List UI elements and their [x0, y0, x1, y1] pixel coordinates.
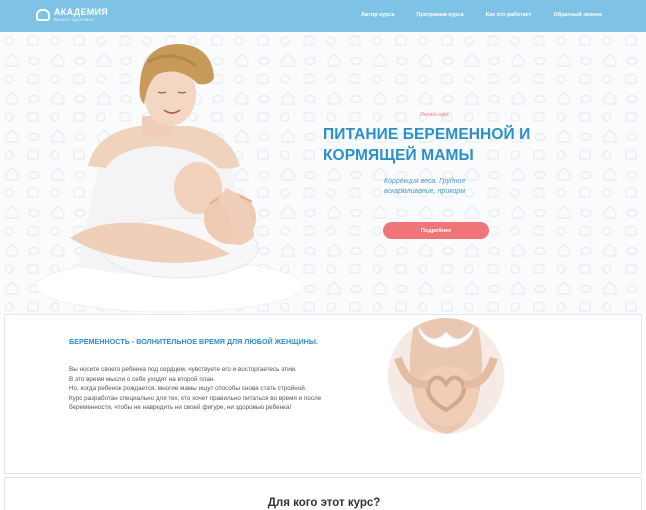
pregnant-belly-illustration: [388, 318, 504, 434]
main-menu: Автор курса Программа курса Как это рабо…: [361, 12, 602, 18]
hero-section: Онлайн курс ПИТАНИЕ БЕРЕМЕННОЙ И КОРМЯЩЕ…: [0, 32, 646, 314]
intro-paragraph: Вы носите своего ребенка под сердцем, чу…: [69, 366, 297, 373]
logo-title: АКАДЕМИЯ: [54, 7, 109, 17]
top-navigation-bar: АКАДЕМИЯ ВАШЕГО ЗДОРОВЬЯ Автор курса Про…: [0, 0, 646, 32]
intro-paragraph: В это время мысли о себе уходят на второ…: [69, 375, 216, 383]
hero-subtitle: Коррекция веса. Грудное вскармливание, п…: [384, 178, 466, 195]
audience-section: Для кого этот курс?: [4, 477, 642, 510]
nav-link-author[interactable]: Автор курса: [361, 12, 394, 18]
pregnancy-intro-section: БЕРЕМЕННОСТЬ - ВОЛНИТЕЛЬНОЕ ВРЕМЯ ДЛЯ ЛЮ…: [4, 314, 642, 474]
logo-icon: [36, 9, 50, 21]
online-course-label: Онлайн курс: [420, 112, 450, 118]
details-button[interactable]: Подробнее: [383, 222, 489, 239]
intro-text: Вы носите своего ребенка под сердцем, чу…: [69, 365, 339, 413]
nav-link-callback[interactable]: Обратный звонок: [553, 12, 602, 18]
intro-paragraph: Курс разработан специально для тех, кто …: [69, 394, 322, 412]
nav-link-how-it-works[interactable]: Как это работает: [486, 12, 532, 18]
site-logo[interactable]: АКАДЕМИЯ ВАШЕГО ЗДОРОВЬЯ: [36, 8, 108, 22]
intro-paragraph: Но, когда ребенок рождается, многие мамы…: [69, 385, 307, 393]
logo-subtitle: ВАШЕГО ЗДОРОВЬЯ: [54, 17, 94, 22]
mother-breastfeeding-photo: [35, 44, 300, 313]
audience-heading: Для кого этот курс?: [267, 497, 381, 509]
hero-title: ПИТАНИЕ БЕРЕМЕННОЙ И КОРМЯЩЕЙ МАМЫ: [323, 126, 531, 164]
pregnant-belly-photo: [388, 318, 504, 434]
intro-heading: БЕРЕМЕННОСТЬ - ВОЛНИТЕЛЬНОЕ ВРЕМЯ ДЛЯ ЛЮ…: [69, 337, 318, 346]
nav-link-program[interactable]: Программа курса: [416, 12, 463, 18]
